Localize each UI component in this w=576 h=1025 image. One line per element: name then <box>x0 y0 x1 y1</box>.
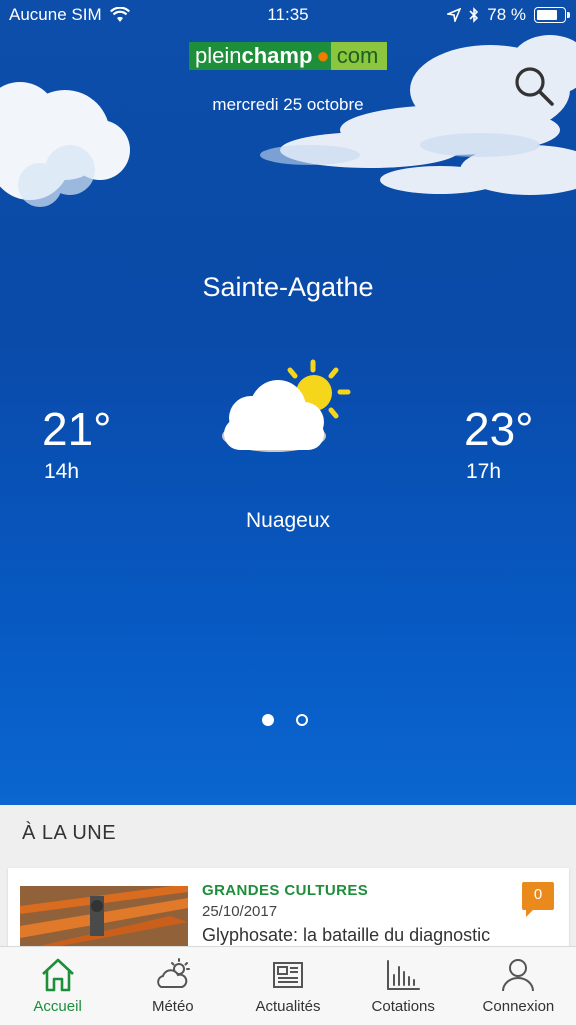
status-bar: Aucune SIM 11:35 78 % <box>0 0 576 30</box>
newspaper-icon <box>273 962 303 988</box>
news-category: GRANDES CULTURES <box>202 882 369 899</box>
city-name: Sainte-Agathe <box>202 272 374 302</box>
weather-condition: Nuageux <box>245 509 331 532</box>
left-hour: 14h <box>44 460 80 483</box>
page-indicator[interactable] <box>262 714 308 726</box>
right-hour: 17h <box>466 460 502 483</box>
news-card[interactable]: GRANDES CULTURES 25/10/2017 Glyphosate: … <box>8 868 569 948</box>
battery-icon <box>534 7 570 23</box>
tab-accueil[interactable]: Accueil <box>0 947 115 1025</box>
news-headline[interactable]: Glyphosate: la bataille du diagnostic <box>202 925 490 946</box>
home-icon <box>41 958 74 992</box>
bluetooth-icon <box>469 7 479 23</box>
left-temperature: 21° <box>42 403 112 455</box>
tab-connexion[interactable]: Connexion <box>461 947 576 1025</box>
news-date: 25/10/2017 <box>202 903 278 920</box>
section-title: À LA UNE <box>22 822 117 844</box>
tab-label: Accueil <box>33 998 82 1015</box>
cloud-decoration-left <box>0 82 130 207</box>
tab-actualites[interactable]: Actualités <box>230 947 345 1025</box>
pleinchamp-logo[interactable]: pleinchamp ● com <box>189 42 387 70</box>
page-dot-1[interactable] <box>262 714 274 726</box>
comment-count-badge[interactable]: 0 <box>522 882 554 917</box>
user-icon <box>502 959 535 992</box>
partly-cloudy-icon <box>222 359 351 452</box>
news-thumbnail <box>20 886 188 948</box>
battery-percent: 78 % <box>487 5 526 24</box>
location-arrow-icon <box>447 8 462 22</box>
tab-bar: Accueil Météo Actualités Cotations Conne… <box>0 946 576 1025</box>
chart-icon <box>387 960 421 990</box>
tab-label: Cotations <box>371 998 435 1015</box>
tab-label: Actualités <box>255 998 321 1015</box>
tab-cotations[interactable]: Cotations <box>346 947 461 1025</box>
search-icon[interactable] <box>512 64 556 108</box>
current-date: mercredi 25 octobre <box>212 95 364 114</box>
tab-label: Connexion <box>482 998 555 1015</box>
tab-meteo[interactable]: Météo <box>115 947 230 1025</box>
right-temperature: 23° <box>464 403 534 455</box>
tab-label: Météo <box>151 998 194 1015</box>
weather-hero[interactable]: Aucune SIM 11:35 78 % pleinchamp ● com m… <box>0 0 576 805</box>
page-dot-2[interactable] <box>296 714 308 726</box>
weather-icon <box>156 958 190 988</box>
